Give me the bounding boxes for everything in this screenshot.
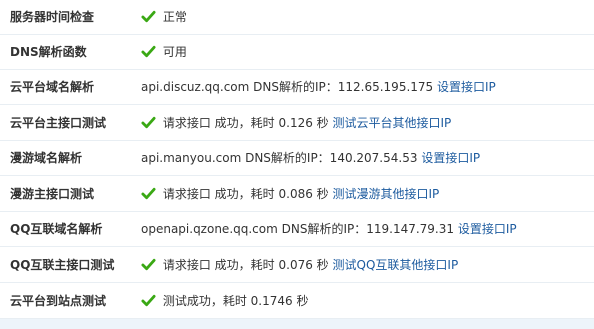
success-text: 成功，耗时 xyxy=(214,187,275,201)
set-api-ip-link[interactable]: 设置接口IP xyxy=(437,80,496,94)
row-value: 可用 xyxy=(141,35,187,69)
request-text: 请求接口 xyxy=(162,187,211,201)
test-manyou-other-ip-link[interactable]: 测试漫游其他接口IP xyxy=(333,187,440,201)
success-text: 成功，耗时 xyxy=(214,258,275,272)
row-value: api.manyou.com DNS解析的IP：140.207.54.53 设置… xyxy=(141,141,480,175)
status-text: 正常 xyxy=(162,10,187,24)
row-server-time: 服务器时间检查 正常 xyxy=(0,0,594,35)
row-value: 请求接口 成功，耗时 0.076 秒 测试QQ互联其他接口IP xyxy=(141,248,458,282)
test-qq-connect-other-ip-link[interactable]: 测试QQ互联其他接口IP xyxy=(333,258,459,272)
dns-result-text: api.discuz.qq.com DNS解析的IP：112.65.195.17… xyxy=(141,80,434,94)
row-value: 测试成功，耗时 0.1746 秒 xyxy=(141,284,308,318)
dns-result-text: openapi.qzone.qq.com DNS解析的IP：119.147.79… xyxy=(141,222,455,236)
elapsed-time: 0.126 秒 xyxy=(278,116,329,130)
check-icon xyxy=(141,45,156,58)
check-icon xyxy=(141,116,156,129)
row-value: 请求接口 成功，耗时 0.126 秒 测试云平台其他接口IP xyxy=(141,106,451,140)
check-icon xyxy=(141,187,156,200)
row-label: 云平台到站点测试 xyxy=(10,294,107,308)
request-text: 请求接口 xyxy=(162,116,211,130)
set-api-ip-link[interactable]: 设置接口IP xyxy=(421,151,480,165)
set-api-ip-link[interactable]: 设置接口IP xyxy=(458,222,517,236)
row-label: 漫游主接口测试 xyxy=(10,187,95,201)
row-label: DNS解析函数 xyxy=(10,45,87,59)
footer-strip xyxy=(0,319,594,329)
request-text: 请求接口 xyxy=(162,258,211,272)
row-qq-connect-dns: QQ互联域名解析 openapi.qzone.qq.com DNS解析的IP：1… xyxy=(0,212,594,247)
row-label: 云平台域名解析 xyxy=(10,80,95,94)
row-value: openapi.qzone.qq.com DNS解析的IP：119.147.79… xyxy=(141,212,517,246)
row-cloud-main-api: 云平台主接口测试 请求接口 成功，耗时 0.126 秒 测试云平台其他接口IP xyxy=(0,106,594,141)
row-manyou-main-api: 漫游主接口测试 请求接口 成功，耗时 0.086 秒 测试漫游其他接口IP xyxy=(0,177,594,212)
row-manyou-dns: 漫游域名解析 api.manyou.com DNS解析的IP：140.207.5… xyxy=(0,141,594,176)
row-label: QQ互联主接口测试 xyxy=(10,258,115,272)
row-cloud-dns: 云平台域名解析 api.discuz.qq.com DNS解析的IP：112.6… xyxy=(0,70,594,105)
row-value: 请求接口 成功，耗时 0.086 秒 测试漫游其他接口IP xyxy=(141,177,439,211)
check-icon xyxy=(141,258,156,271)
check-icon xyxy=(141,294,156,307)
row-dns-function: DNS解析函数 可用 xyxy=(0,35,594,70)
row-cloud-to-site: 云平台到站点测试 测试成功，耗时 0.1746 秒 xyxy=(0,284,594,319)
row-qq-connect-main-api: QQ互联主接口测试 请求接口 成功，耗时 0.076 秒 测试QQ互联其他接口I… xyxy=(0,248,594,283)
status-text: 可用 xyxy=(162,45,187,59)
row-label: 服务器时间检查 xyxy=(10,10,95,24)
row-value: 正常 xyxy=(141,0,187,34)
test-cloud-other-ip-link[interactable]: 测试云平台其他接口IP xyxy=(333,116,452,130)
row-label: 漫游域名解析 xyxy=(10,151,83,165)
row-label: QQ互联域名解析 xyxy=(10,222,103,236)
row-value: api.discuz.qq.com DNS解析的IP：112.65.195.17… xyxy=(141,70,496,104)
success-text: 成功，耗时 xyxy=(214,116,275,130)
elapsed-time: 0.086 秒 xyxy=(278,187,329,201)
row-label: 云平台主接口测试 xyxy=(10,116,107,130)
success-text: 测试成功，耗时 xyxy=(162,294,247,308)
dns-result-text: api.manyou.com DNS解析的IP：140.207.54.53 xyxy=(141,151,418,165)
check-icon xyxy=(141,10,156,23)
elapsed-time: 0.1746 秒 xyxy=(250,294,309,308)
server-check-table: 服务器时间检查 正常 DNS解析函数 可用 云平台域名解析 api.discuz… xyxy=(0,0,594,329)
elapsed-time: 0.076 秒 xyxy=(278,258,329,272)
